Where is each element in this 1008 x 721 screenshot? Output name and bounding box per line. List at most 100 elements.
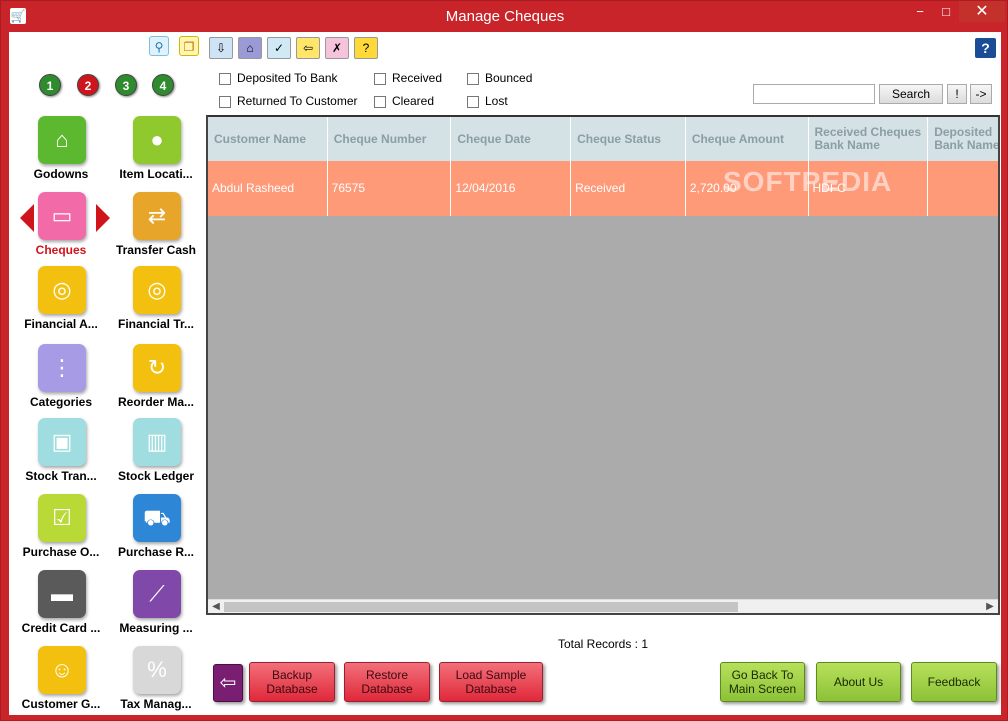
sidebar-item-label: Stock Tran... xyxy=(25,469,97,483)
deposited-checkbox[interactable] xyxy=(219,72,231,85)
filter-deposited[interactable]: Deposited To Bank xyxy=(219,71,338,87)
help-button[interactable]: ? xyxy=(975,38,996,58)
bounced-checkbox[interactable] xyxy=(467,72,479,85)
close-button[interactable]: ✕ xyxy=(959,1,1005,22)
step-2-button[interactable]: 2 xyxy=(77,74,99,96)
filter-returned[interactable]: Returned To Customer xyxy=(219,94,358,110)
table-cell[interactable]: 76575 xyxy=(328,161,452,216)
search-button[interactable]: Search xyxy=(879,84,943,104)
horizontal-scrollbar[interactable]: ◀ ▶ xyxy=(208,599,998,613)
location-pin-icon: ● xyxy=(133,116,181,164)
table-cell[interactable] xyxy=(928,161,998,216)
cleared-checkbox[interactable] xyxy=(374,95,386,108)
received-label: Received xyxy=(392,71,443,85)
sidebar-item-recycle[interactable]: ↻ Reorder Ma... xyxy=(110,344,202,416)
table-cell[interactable]: 12/04/2016 xyxy=(451,161,572,216)
sidebar-item-coins-transfer[interactable]: ◎ Financial Tr... xyxy=(110,266,202,338)
window-title: Manage Cheques xyxy=(445,8,565,25)
recycle-icon: ↻ xyxy=(133,344,181,392)
maximize-button[interactable]: □ xyxy=(933,1,959,22)
sidebar-item-label: Purchase O... xyxy=(22,545,100,559)
sidebar-item-house[interactable]: ⌂ Godowns xyxy=(15,116,107,188)
sidebar-item-credit-card[interactable]: ▬ Credit Card ... xyxy=(15,570,107,642)
sidebar-item-checklist[interactable]: ☑ Purchase O... xyxy=(15,494,107,566)
column-header-label: Customer Name xyxy=(214,131,307,146)
cheque-bounced-icon[interactable]: ✗ xyxy=(325,37,349,59)
column-header[interactable]: Customer Name xyxy=(208,117,328,161)
return-to-customer-icon[interactable]: ⇦ xyxy=(296,37,320,59)
cheque-received-icon[interactable]: ✓ xyxy=(267,37,291,59)
grid-header: Customer Name Cheque Number Cheque Date Che… xyxy=(208,117,1000,161)
step-1-button[interactable]: 1 xyxy=(39,74,61,96)
back-arrow-button[interactable]: ⇦ xyxy=(213,664,243,702)
house-icon: ⌂ xyxy=(38,116,86,164)
bank-icon[interactable]: ⌂ xyxy=(238,37,262,59)
column-header[interactable]: Cheque Date xyxy=(451,117,572,161)
arrow-left-icon xyxy=(20,204,34,232)
bounced-label: Bounced xyxy=(485,71,533,85)
column-header[interactable]: Cheque Amount xyxy=(686,117,809,161)
hierarchy-icon: ⋮ xyxy=(38,344,86,392)
backup-database-button[interactable]: Backup Database xyxy=(249,662,335,702)
column-header[interactable]: Cheque Status xyxy=(571,117,686,161)
watermark: SOFTPEDIA xyxy=(723,166,893,197)
bar-chart-icon: ▥ xyxy=(133,418,181,466)
go-back-main-screen-button[interactable]: Go Back To Main Screen xyxy=(720,662,805,702)
cheque-lost-icon[interactable]: ? xyxy=(354,37,378,59)
sidebar-item-coins[interactable]: ◎ Financial A... xyxy=(15,266,107,338)
load-sample-database-button[interactable]: Load Sample Database xyxy=(439,662,543,702)
filter-cleared[interactable]: Cleared xyxy=(374,94,434,110)
sidebar-item-location-pin[interactable]: ● Item Locati... xyxy=(110,116,202,188)
filter-lost[interactable]: Lost xyxy=(467,94,508,110)
column-header-label: Cheque Number xyxy=(333,131,427,146)
cheque-icon: ▭ xyxy=(38,192,86,240)
received-checkbox[interactable] xyxy=(374,72,386,85)
sidebar-item-percent[interactable]: % Tax Manag... xyxy=(110,646,202,718)
total-records: Total Records : 1 xyxy=(557,637,649,651)
sidebar-item-hierarchy[interactable]: ⋮ Categories xyxy=(15,344,107,416)
percent-icon: % xyxy=(133,646,181,694)
feedback-button[interactable]: Feedback xyxy=(911,662,997,702)
step-4-button[interactable]: 4 xyxy=(152,74,174,96)
sidebar-item-transfer-cash[interactable]: ⇄ Transfer Cash xyxy=(110,192,202,264)
table-cell[interactable]: Abdul Rasheed xyxy=(208,161,328,216)
sidebar-item-bar-chart[interactable]: ▥ Stock Ledger xyxy=(110,418,202,490)
client-area: ⚲ ❐ 1234 ⌂ Godowns ● Item Locati... ▭ Cheques… xyxy=(9,32,1001,715)
sidebar-item-stock-transfer[interactable]: ▣ Stock Tran... xyxy=(15,418,107,490)
windows-icon[interactable]: ❐ xyxy=(179,36,199,56)
stock-transfer-icon: ▣ xyxy=(38,418,86,466)
filter-bounced[interactable]: Bounced xyxy=(467,71,532,87)
about-us-button[interactable]: About Us xyxy=(816,662,901,702)
coins-transfer-icon: ◎ xyxy=(133,266,181,314)
table-cell[interactable]: Received xyxy=(571,161,686,216)
sidebar-item-label: Financial Tr... xyxy=(117,317,195,331)
minimize-button[interactable]: − xyxy=(907,1,933,22)
deposit-icon[interactable]: ⇩ xyxy=(209,37,233,59)
step-3-button[interactable]: 3 xyxy=(115,74,137,96)
search-icon[interactable]: ⚲ xyxy=(149,36,169,56)
sidebar-item-cheque[interactable]: ▭ Cheques xyxy=(15,192,110,264)
filter-received[interactable]: Received xyxy=(374,71,442,87)
go-button[interactable]: -> xyxy=(970,84,992,104)
column-header-label: Deposited Bank Name xyxy=(934,125,1000,152)
lost-checkbox[interactable] xyxy=(467,95,479,108)
restore-database-button[interactable]: Restore Database xyxy=(344,662,430,702)
scroll-right-icon[interactable]: ▶ xyxy=(984,601,996,613)
column-header-label: Cheque Amount xyxy=(691,131,785,146)
column-header[interactable]: Cheque Number xyxy=(328,117,452,161)
sidebar-item-truck[interactable]: ⛟ Purchase R... xyxy=(110,494,202,566)
sidebar-item-users[interactable]: ☺ Customer G... xyxy=(15,646,107,718)
cheques-grid[interactable]: Customer Name Cheque Number Cheque Date Che… xyxy=(206,115,1000,615)
sidebar-item-ruler[interactable]: ⟋ Measuring ... xyxy=(110,570,202,642)
sidebar-item-label: Tax Manag... xyxy=(120,697,192,711)
users-icon: ☺ xyxy=(38,646,86,694)
scroll-thumb[interactable] xyxy=(224,602,738,612)
sidebar-item-label: Stock Ledger xyxy=(117,469,195,483)
column-header[interactable]: Received Cheques Bank Name xyxy=(809,117,929,161)
scroll-left-icon[interactable]: ◀ xyxy=(210,601,222,613)
exclamation-button[interactable]: ! xyxy=(947,84,967,104)
search-input[interactable] xyxy=(753,84,875,104)
credit-card-icon: ▬ xyxy=(38,570,86,618)
returned-checkbox[interactable] xyxy=(219,95,231,108)
column-header[interactable]: Deposited Bank Name xyxy=(928,117,1000,161)
